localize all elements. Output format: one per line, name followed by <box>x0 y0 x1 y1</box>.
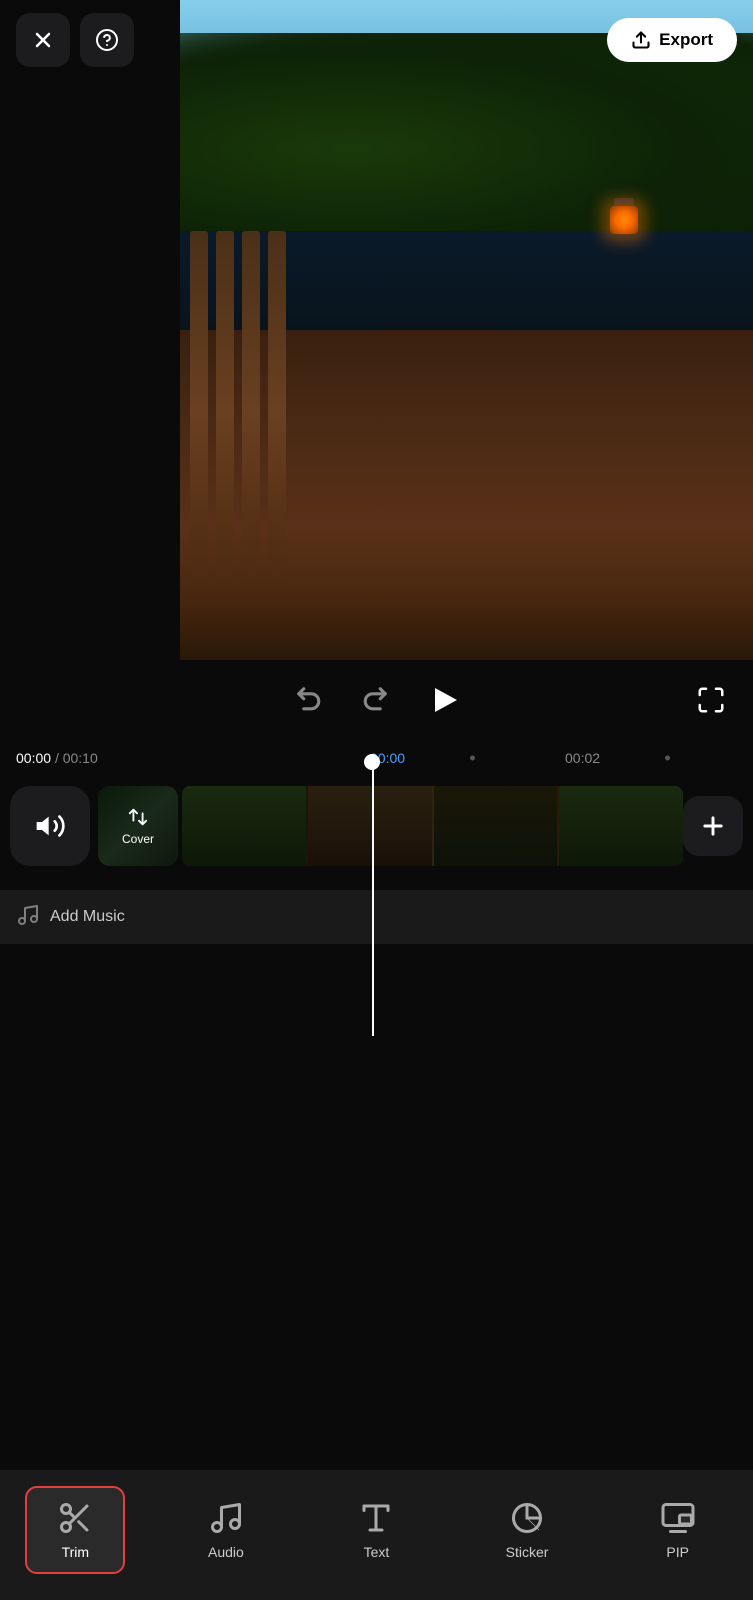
scissors-icon <box>57 1500 93 1536</box>
video-thumb-3 <box>434 786 558 866</box>
fullscreen-button[interactable] <box>689 678 733 722</box>
time-display: 00:00 / 00:10 <box>16 750 98 766</box>
playhead-line <box>372 756 374 1036</box>
video-thumb-4 <box>559 786 683 866</box>
audio-toggle-button[interactable] <box>10 786 90 866</box>
lantern-body <box>610 206 638 234</box>
text-label: Text <box>364 1544 390 1560</box>
music-icon <box>16 903 40 932</box>
tool-pip[interactable]: PIP <box>628 1488 728 1572</box>
pip-label: PIP <box>666 1544 689 1560</box>
export-icon <box>631 30 651 50</box>
tool-sticker[interactable]: Sticker <box>477 1488 577 1572</box>
video-background <box>180 0 753 660</box>
fullscreen-icon <box>696 685 726 715</box>
text-icon-container <box>358 1500 394 1536</box>
redo-button[interactable] <box>352 678 396 722</box>
swap-icon <box>127 806 149 828</box>
bottom-toolbar: Trim Audio Text <box>0 1470 753 1600</box>
undo-icon <box>295 685 325 715</box>
cover-label-container: Cover <box>122 806 154 846</box>
plus-icon <box>699 812 727 840</box>
fence-post <box>216 231 234 594</box>
undo-button[interactable] <box>288 678 332 722</box>
time-marker-02: 00:02 <box>565 750 600 766</box>
trim-label: Trim <box>62 1544 89 1560</box>
add-music-label: Add Music <box>50 908 125 926</box>
text-tool-icon <box>358 1500 394 1536</box>
redo-icon <box>359 685 389 715</box>
pip-icon-container <box>660 1500 696 1536</box>
pip-icon <box>660 1500 696 1536</box>
fence <box>180 231 409 594</box>
lantern-top <box>614 198 634 206</box>
playback-controls <box>64 675 689 725</box>
header-left <box>16 13 134 67</box>
tracks-area: Cover <box>0 776 753 876</box>
time-separator: / <box>55 750 59 766</box>
audio-note-icon <box>208 1500 244 1536</box>
trim-icon <box>57 1500 93 1536</box>
video-strip-inner <box>182 786 683 866</box>
sticker-label: Sticker <box>506 1544 549 1560</box>
header: Export <box>0 0 753 80</box>
video-preview <box>180 0 753 660</box>
cover-clip[interactable]: Cover <box>98 786 178 866</box>
add-clip-button[interactable] <box>683 796 743 856</box>
tool-text[interactable]: Text <box>326 1488 426 1572</box>
tool-trim[interactable]: Trim <box>25 1486 125 1574</box>
music-note-icon <box>16 903 40 927</box>
playhead-handle[interactable] <box>364 754 380 770</box>
question-icon <box>95 28 119 52</box>
tool-audio[interactable]: Audio <box>176 1488 276 1572</box>
sticker-icon-container <box>509 1500 545 1536</box>
fence-post <box>190 231 208 594</box>
lantern <box>610 198 638 233</box>
help-button[interactable] <box>80 13 134 67</box>
video-thumb-1 <box>182 786 306 866</box>
export-label: Export <box>659 30 713 50</box>
sticker-icon <box>509 1500 545 1536</box>
speaker-icon <box>34 810 66 842</box>
cover-text: Cover <box>122 832 154 846</box>
fence-post <box>268 231 286 594</box>
video-strip[interactable] <box>182 786 683 866</box>
controls-bar <box>0 660 753 740</box>
play-button[interactable] <box>416 675 466 725</box>
fence-post <box>242 231 260 594</box>
audio-label: Audio <box>208 1544 244 1560</box>
time-dot-1 <box>470 756 475 761</box>
video-thumb-2 <box>308 786 432 866</box>
audio-icon <box>208 1500 244 1536</box>
current-time: 00:00 <box>16 750 51 766</box>
export-button[interactable]: Export <box>607 18 737 62</box>
play-icon <box>419 678 463 722</box>
close-icon <box>31 28 55 52</box>
close-button[interactable] <box>16 13 70 67</box>
add-music-row[interactable]: Add Music <box>0 890 753 944</box>
time-dot-2 <box>665 756 670 761</box>
total-time: 00:10 <box>63 750 98 766</box>
